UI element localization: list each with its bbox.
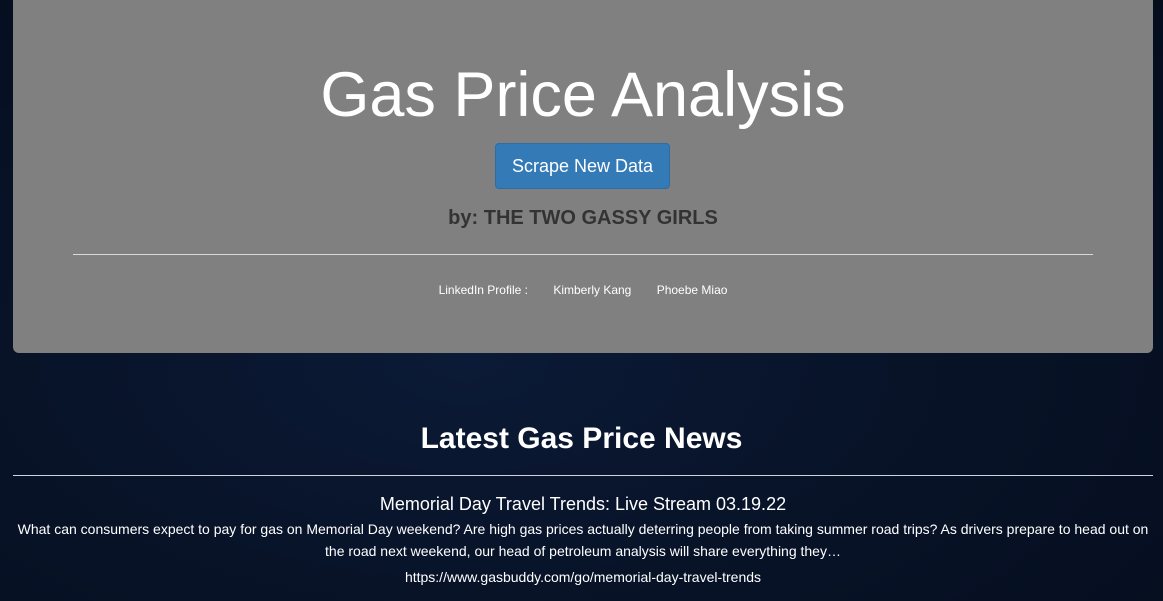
- linkedin-profiles-row: LinkedIn Profile : Kimberly Kang Phoebe …: [13, 282, 1153, 298]
- page-title: Gas Price Analysis: [320, 60, 846, 130]
- hero-divider: [73, 254, 1093, 255]
- byline: by: THE TWO GASSY GIRLS: [448, 207, 718, 229]
- news-article: Memorial Day Travel Trends: Live Stream …: [13, 492, 1153, 586]
- scrape-new-data-button[interactable]: Scrape New Data: [495, 143, 670, 189]
- article-headline[interactable]: Memorial Day Travel Trends: Live Stream …: [13, 492, 1153, 516]
- hero-banner: Gas Price Analysis Scrape New Data by: T…: [13, 0, 1153, 353]
- news-section-title: Latest Gas Price News: [420, 422, 743, 455]
- article-link[interactable]: https://www.gasbuddy.com/go/memorial-day…: [13, 568, 1153, 586]
- linkedin-link-phoebe-miao[interactable]: Phoebe Miao: [657, 283, 728, 297]
- article-summary: What can consumers expect to pay for gas…: [17, 521, 1149, 559]
- news-divider: [13, 475, 1153, 476]
- linkedin-link-kimberly-kang[interactable]: Kimberly Kang: [553, 283, 631, 297]
- linkedin-label: LinkedIn Profile :: [438, 283, 528, 297]
